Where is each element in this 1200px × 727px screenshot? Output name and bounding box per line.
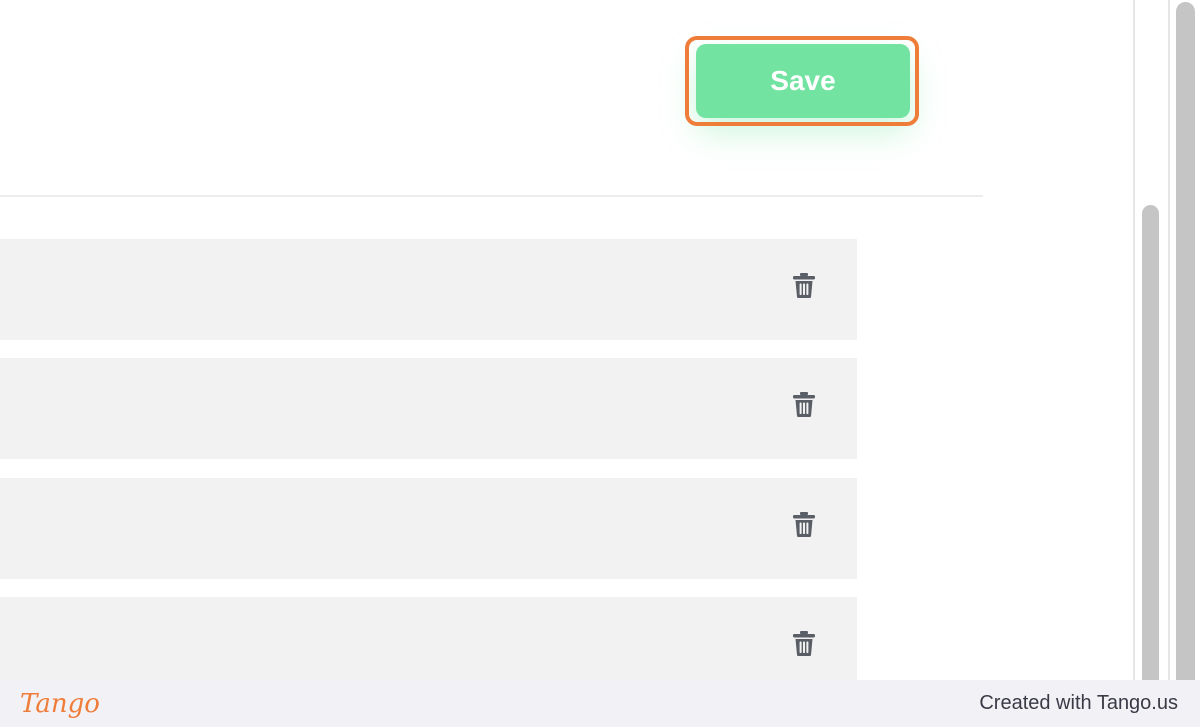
click-highlight [685, 36, 919, 126]
trash-icon[interactable] [790, 270, 818, 300]
trash-icon[interactable] [790, 389, 818, 419]
list-item [0, 239, 857, 340]
list-item [0, 358, 857, 459]
header-divider [0, 195, 983, 197]
list-item [0, 597, 857, 680]
footer-credit: Created with Tango.us [979, 692, 1178, 714]
page-scrollbar-thumb[interactable] [1176, 2, 1195, 680]
trash-icon[interactable] [790, 509, 818, 539]
tango-logo: Tango [20, 689, 100, 719]
inner-scrollbar-thumb[interactable] [1142, 205, 1159, 680]
app-window: Save [0, 0, 1200, 680]
footer-bar: Tango Created with Tango.us [0, 680, 1200, 727]
trash-icon[interactable] [790, 628, 818, 658]
list-item [0, 478, 857, 579]
